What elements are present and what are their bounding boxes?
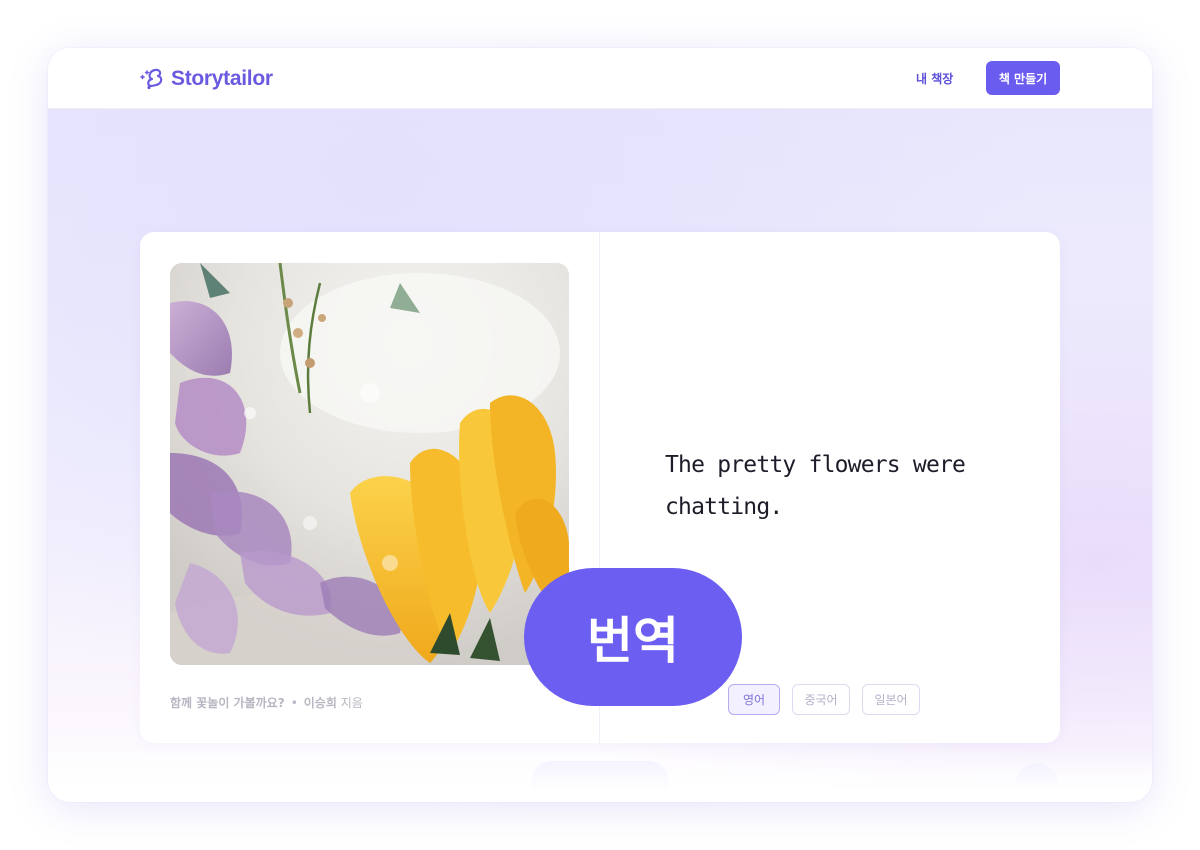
- book-title: 함께 꽃놀이 가볼까요?: [170, 696, 285, 710]
- caption-separator: •: [290, 696, 298, 710]
- brand-name: Storytailor: [171, 67, 273, 90]
- top-navigation-bar: Storytailor 내 책장 책 만들기: [48, 48, 1152, 109]
- book-author: 이승희: [303, 696, 337, 710]
- translate-badge[interactable]: 번역: [524, 568, 742, 706]
- book-caption: 함께 꽃놀이 가볼까요? • 이승희 지음: [170, 694, 363, 711]
- bottom-fade: [48, 749, 1152, 802]
- language-chip-english[interactable]: 영어: [728, 684, 780, 715]
- language-chip-japanese[interactable]: 일본어: [862, 684, 920, 715]
- story-text: The pretty flowers were chatting.: [665, 452, 966, 520]
- frozen-flowers-illustration: [170, 263, 569, 665]
- language-chip-chinese[interactable]: 중국어: [792, 684, 850, 715]
- nav-my-bookshelf-link[interactable]: 내 책장: [916, 70, 953, 87]
- author-suffix: 지음: [340, 696, 363, 710]
- storytailor-logo-icon: [140, 68, 163, 90]
- brand-logo[interactable]: Storytailor: [139, 64, 273, 94]
- make-book-button[interactable]: 책 만들기: [986, 61, 1060, 95]
